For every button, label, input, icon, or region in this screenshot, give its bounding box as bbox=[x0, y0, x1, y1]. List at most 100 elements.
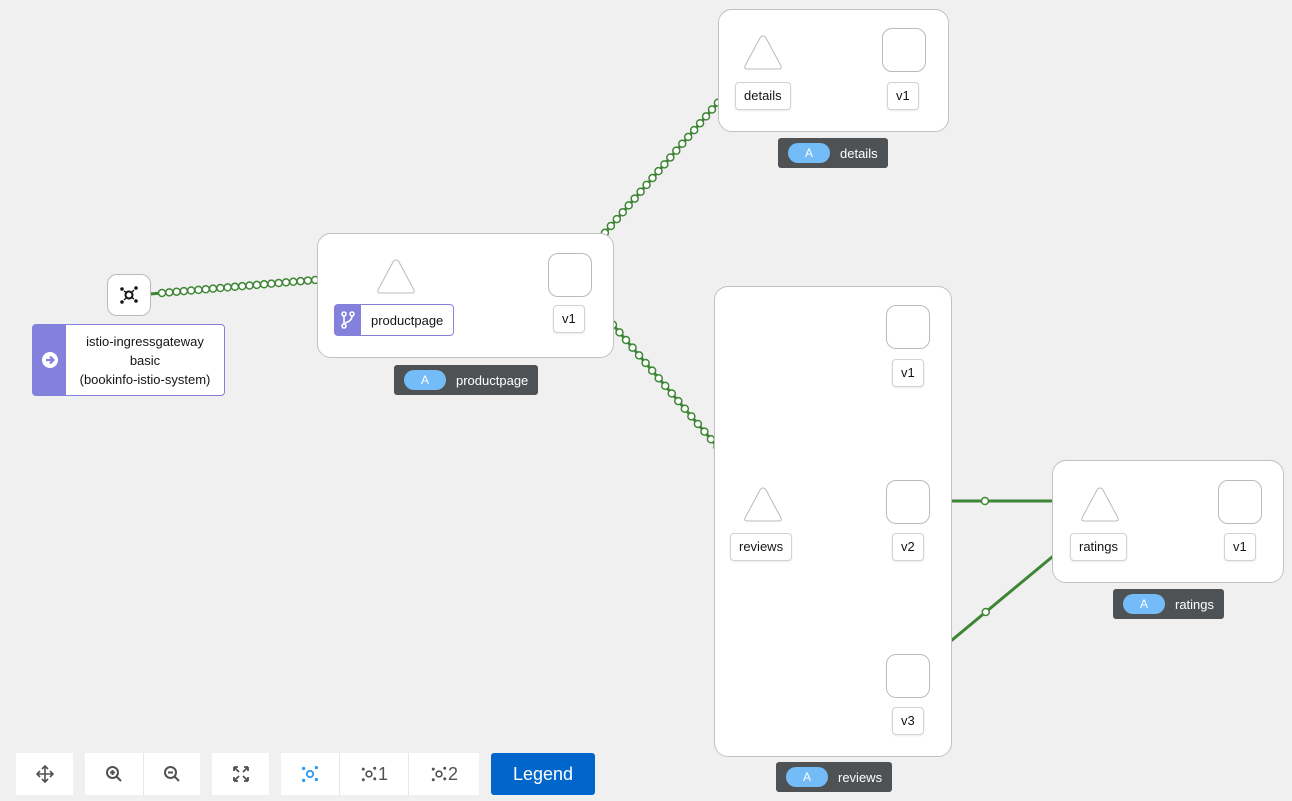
pan-button[interactable] bbox=[16, 753, 73, 795]
traffic-dot bbox=[672, 146, 681, 155]
reviews-v3-node[interactable] bbox=[886, 654, 930, 698]
traffic-dot bbox=[636, 187, 645, 196]
app-pill: A bbox=[786, 767, 828, 787]
layout-1-button[interactable]: 1 bbox=[339, 753, 408, 795]
details-v1-label: v1 bbox=[887, 82, 919, 110]
traffic-dot bbox=[680, 404, 690, 413]
ratings-v1-node[interactable] bbox=[1218, 480, 1262, 524]
traffic-dot bbox=[693, 419, 703, 429]
traffic-dot bbox=[667, 389, 677, 398]
traffic-dot bbox=[654, 373, 663, 383]
traffic-dot bbox=[630, 194, 639, 203]
traffic-dot bbox=[683, 132, 693, 142]
traffic-dot bbox=[624, 201, 633, 210]
productpage-service-node[interactable] bbox=[376, 258, 416, 294]
layout-2-icon bbox=[431, 766, 447, 782]
gateway-version: basic bbox=[129, 352, 161, 368]
reviews-v1-node[interactable] bbox=[886, 305, 930, 349]
traffic-dot bbox=[201, 285, 211, 294]
ratings-app-badge: A ratings bbox=[1113, 589, 1225, 619]
productpage-v1-node[interactable] bbox=[548, 253, 592, 297]
traffic-dot bbox=[628, 343, 637, 352]
traffic-dot bbox=[612, 214, 622, 224]
productpage-service-name: productpage bbox=[371, 312, 444, 328]
details-app-badge: A details bbox=[778, 138, 888, 168]
code-branch-icon bbox=[341, 311, 355, 329]
traffic-dot bbox=[707, 105, 717, 114]
traffic-dot bbox=[303, 276, 313, 285]
traffic-dot bbox=[654, 166, 663, 176]
traffic-dot bbox=[267, 279, 276, 288]
traffic-dot bbox=[216, 283, 225, 293]
traffic-dot bbox=[634, 351, 644, 360]
virtual-service-badge bbox=[335, 305, 361, 335]
traffic-dot bbox=[252, 280, 262, 290]
traffic-dot bbox=[981, 607, 990, 617]
reviews-v3-label: v3 bbox=[892, 707, 924, 735]
traffic-dot bbox=[245, 281, 254, 290]
reviews-v2-label: v2 bbox=[892, 533, 924, 561]
ratings-service-node[interactable] bbox=[1080, 486, 1120, 522]
traffic-dot bbox=[194, 285, 203, 295]
zoom-out-button[interactable] bbox=[143, 753, 200, 795]
expand-icon bbox=[232, 766, 249, 782]
graph-canvas[interactable] bbox=[0, 0, 1292, 801]
zoom-out-icon bbox=[164, 766, 180, 782]
traffic-dot bbox=[980, 496, 990, 506]
traffic-dot bbox=[186, 286, 196, 295]
traffic-dot bbox=[606, 221, 616, 231]
traffic-dot bbox=[615, 328, 624, 337]
traffic-dot bbox=[641, 358, 650, 368]
traffic-dot bbox=[274, 278, 283, 288]
traffic-dot bbox=[660, 381, 670, 391]
arrow-right-circle-icon bbox=[41, 352, 58, 368]
zoom-in-button[interactable] bbox=[85, 753, 143, 795]
gateway-namespace: (bookinfo-istio-system) bbox=[79, 371, 211, 387]
details-service-node[interactable] bbox=[743, 34, 783, 70]
traffic-dot bbox=[165, 288, 174, 297]
traffic-dot bbox=[259, 280, 269, 289]
app-pill: A bbox=[1123, 594, 1165, 614]
arrows-move-icon bbox=[35, 765, 54, 783]
reviews-service-node[interactable] bbox=[743, 486, 783, 522]
traffic-dot bbox=[648, 173, 657, 183]
ratings-badge-name: ratings bbox=[1175, 596, 1215, 612]
traffic-dot bbox=[700, 427, 709, 436]
traffic-dot bbox=[701, 112, 711, 121]
traffic-dot bbox=[678, 139, 687, 149]
traffic-dot bbox=[666, 153, 675, 162]
fit-to-screen-button[interactable] bbox=[212, 753, 269, 795]
reviews-service-label: reviews bbox=[730, 533, 793, 561]
traffic-dot bbox=[281, 278, 291, 287]
traffic-dot bbox=[230, 282, 240, 292]
app-pill: A bbox=[404, 370, 446, 390]
traffic-dot bbox=[695, 118, 705, 128]
legend-button[interactable]: Legend bbox=[491, 753, 595, 795]
gateway-name: istio-ingressgateway bbox=[86, 333, 204, 349]
productpage-app-badge: A productpage bbox=[394, 365, 539, 395]
reviews-v2-node[interactable] bbox=[886, 480, 930, 524]
traffic-dot bbox=[296, 276, 305, 286]
reviews-app-badge: A reviews bbox=[776, 762, 893, 792]
layout-1-label: 1 bbox=[377, 763, 388, 784]
app-pill: A bbox=[788, 143, 830, 163]
details-badge-name: details bbox=[840, 145, 878, 161]
details-v1-node[interactable] bbox=[882, 28, 926, 72]
traffic-dot bbox=[208, 284, 218, 293]
traffic-dot bbox=[660, 160, 669, 169]
traffic-dot bbox=[179, 286, 189, 296]
details-service-label: details bbox=[735, 82, 791, 110]
layout-2-label: 2 bbox=[447, 763, 458, 784]
gateway-badge bbox=[33, 325, 66, 395]
productpage-service-label: productpage bbox=[334, 304, 455, 336]
ingressgateway-label: istio-ingressgateway basic (bookinfo-ist… bbox=[32, 324, 225, 396]
layout-default-button[interactable] bbox=[281, 753, 339, 795]
layout-2-button[interactable]: 2 bbox=[408, 753, 479, 795]
traffic-dot bbox=[647, 366, 657, 375]
layout-default-icon bbox=[302, 766, 318, 782]
ingressgateway-node[interactable] bbox=[107, 274, 151, 316]
traffic-dot bbox=[172, 287, 181, 296]
reviews-badge-name: reviews bbox=[838, 769, 883, 785]
layout-1-icon bbox=[361, 766, 377, 782]
productpage-badge-name: productpage bbox=[456, 372, 529, 388]
